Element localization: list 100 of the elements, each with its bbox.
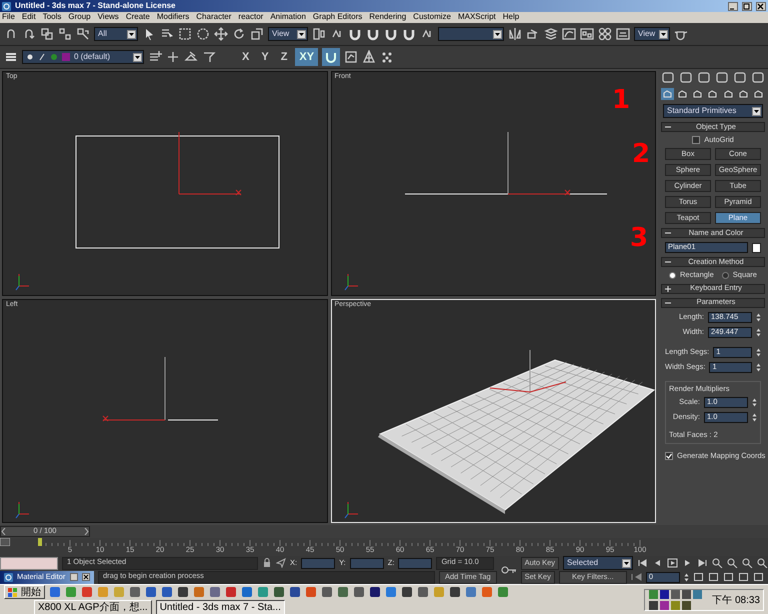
- key-mode-icon[interactable]: [630, 572, 642, 582]
- grid-tool-icon[interactable]: [362, 50, 376, 64]
- app-icon[interactable]: [401, 586, 413, 598]
- mirror-icon[interactable]: [508, 27, 522, 41]
- menu-item[interactable]: Customize: [413, 13, 451, 22]
- pan-icon[interactable]: [722, 572, 734, 582]
- geometry-icon[interactable]: [661, 88, 674, 100]
- spinner-icon[interactable]: [752, 412, 757, 422]
- maximize-icon[interactable]: [742, 2, 752, 10]
- magnet-icon[interactable]: [348, 27, 362, 41]
- time-config-icon[interactable]: [692, 572, 704, 582]
- helpers-icon[interactable]: [722, 88, 735, 100]
- display-tab-icon[interactable]: [733, 71, 747, 84]
- bind-icon[interactable]: [76, 27, 90, 41]
- magnet-icon[interactable]: [366, 27, 380, 41]
- close-icon[interactable]: [82, 573, 90, 581]
- close-icon[interactable]: [756, 2, 766, 10]
- modify-tab-icon[interactable]: [679, 71, 693, 84]
- play-icon[interactable]: [667, 558, 678, 568]
- script-listener-field[interactable]: [0, 556, 58, 570]
- zoom-extents-all-icon[interactable]: [757, 558, 768, 568]
- tray-icon[interactable]: [681, 589, 692, 600]
- create-tab-icon[interactable]: [661, 71, 675, 84]
- app-icon[interactable]: [289, 586, 301, 598]
- field-of-view-icon[interactable]: [708, 572, 719, 582]
- snap-toggle-icon[interactable]: [324, 50, 338, 64]
- lights-icon[interactable]: [691, 88, 704, 100]
- checkbox[interactable]: [665, 452, 673, 460]
- unlink-icon[interactable]: [58, 27, 72, 41]
- spinner-icon[interactable]: [756, 328, 761, 336]
- axis-constraint-button[interactable]: XY: [295, 48, 318, 66]
- layer-dropdown[interactable]: 0 (default): [22, 50, 144, 64]
- layer-manager-icon[interactable]: [4, 50, 18, 64]
- app-icon[interactable]: [417, 586, 429, 598]
- zoom-extents-icon[interactable]: [742, 558, 753, 568]
- menu-item[interactable]: Rendering: [369, 13, 406, 22]
- schematic-icon[interactable]: [580, 27, 594, 41]
- menu-item[interactable]: Graph Editors: [312, 13, 362, 22]
- zoom-all-icon[interactable]: [727, 558, 738, 568]
- coordinate-field[interactable]: [350, 558, 384, 568]
- magnet-icon[interactable]: [402, 27, 416, 41]
- app-icon[interactable]: [177, 586, 189, 598]
- app-icon[interactable]: [353, 586, 365, 598]
- menu-item[interactable]: reactor: [238, 13, 264, 22]
- key-icon[interactable]: [500, 566, 517, 574]
- menu-item[interactable]: Views: [98, 13, 119, 22]
- render-type-dropdown[interactable]: View: [634, 27, 670, 41]
- menu-item[interactable]: Animation: [270, 13, 306, 22]
- rotate-icon[interactable]: [232, 27, 246, 41]
- shapes-icon[interactable]: [676, 88, 690, 100]
- taskbar-button[interactable]: X800 XL AGP介面，想...: [34, 600, 152, 614]
- start-button[interactable]: 開始: [4, 585, 45, 600]
- go-to-start-icon[interactable]: [637, 558, 648, 568]
- move-icon[interactable]: [214, 27, 228, 41]
- object-class-dropdown[interactable]: Standard Primitives: [663, 104, 763, 118]
- render-scene-icon[interactable]: [616, 27, 630, 41]
- systems-icon[interactable]: [752, 88, 765, 100]
- layer-move-icon[interactable]: [202, 50, 216, 64]
- menu-item[interactable]: Group: [68, 13, 91, 22]
- cursor-icon[interactable]: [276, 558, 286, 568]
- named-selection-field[interactable]: [438, 27, 504, 41]
- app-icon[interactable]: [321, 586, 333, 598]
- tray-icon[interactable]: [648, 600, 660, 611]
- taskbar-button[interactable]: Untitled - 3ds max 7 - Sta...: [156, 600, 285, 614]
- menu-item[interactable]: Create: [126, 13, 150, 22]
- app-icon[interactable]: [369, 586, 381, 598]
- app-icon[interactable]: [145, 586, 157, 598]
- graph-icon[interactable]: [344, 50, 358, 64]
- plus-cross-icon[interactable]: [166, 50, 180, 64]
- link-icon[interactable]: [40, 27, 54, 41]
- space-warps-icon[interactable]: [736, 88, 750, 100]
- selection-filter-dropdown[interactable]: All: [94, 27, 138, 41]
- reference-coordinate-dropdown[interactable]: View: [268, 27, 308, 41]
- menu-item[interactable]: Modifiers: [156, 13, 190, 22]
- menu-item[interactable]: MAXScript: [458, 13, 496, 22]
- pivot-icon[interactable]: [312, 27, 326, 41]
- scale-icon[interactable]: [250, 27, 264, 41]
- zoom-icon[interactable]: [712, 558, 723, 568]
- color-swatch[interactable]: [752, 242, 761, 253]
- tray-icon[interactable]: [659, 600, 670, 611]
- menu-item[interactable]: Edit: [22, 13, 36, 22]
- cameras-icon[interactable]: [706, 88, 720, 100]
- align-icon[interactable]: [526, 27, 540, 41]
- orbit-icon[interactable]: [738, 572, 749, 582]
- spinner-icon[interactable]: [756, 348, 761, 356]
- checkbox[interactable]: [692, 136, 700, 144]
- spinner-icon[interactable]: [684, 572, 689, 582]
- maximize-viewport-icon[interactable]: [752, 572, 764, 582]
- minimize-icon[interactable]: [728, 2, 738, 10]
- region-select-icon[interactable]: [178, 27, 192, 41]
- menu-item[interactable]: Character: [196, 13, 232, 22]
- utilities-tab-icon[interactable]: [751, 71, 765, 84]
- app-icon[interactable]: [449, 586, 461, 598]
- arrow-right-icon[interactable]: [84, 528, 89, 535]
- coordinate-field[interactable]: [398, 558, 432, 568]
- go-to-end-icon[interactable]: [697, 558, 708, 568]
- app-icon[interactable]: [161, 586, 173, 598]
- curve-editor-icon[interactable]: [562, 27, 576, 41]
- window-crossing-icon[interactable]: [196, 27, 210, 41]
- coordinate-field[interactable]: [301, 558, 336, 568]
